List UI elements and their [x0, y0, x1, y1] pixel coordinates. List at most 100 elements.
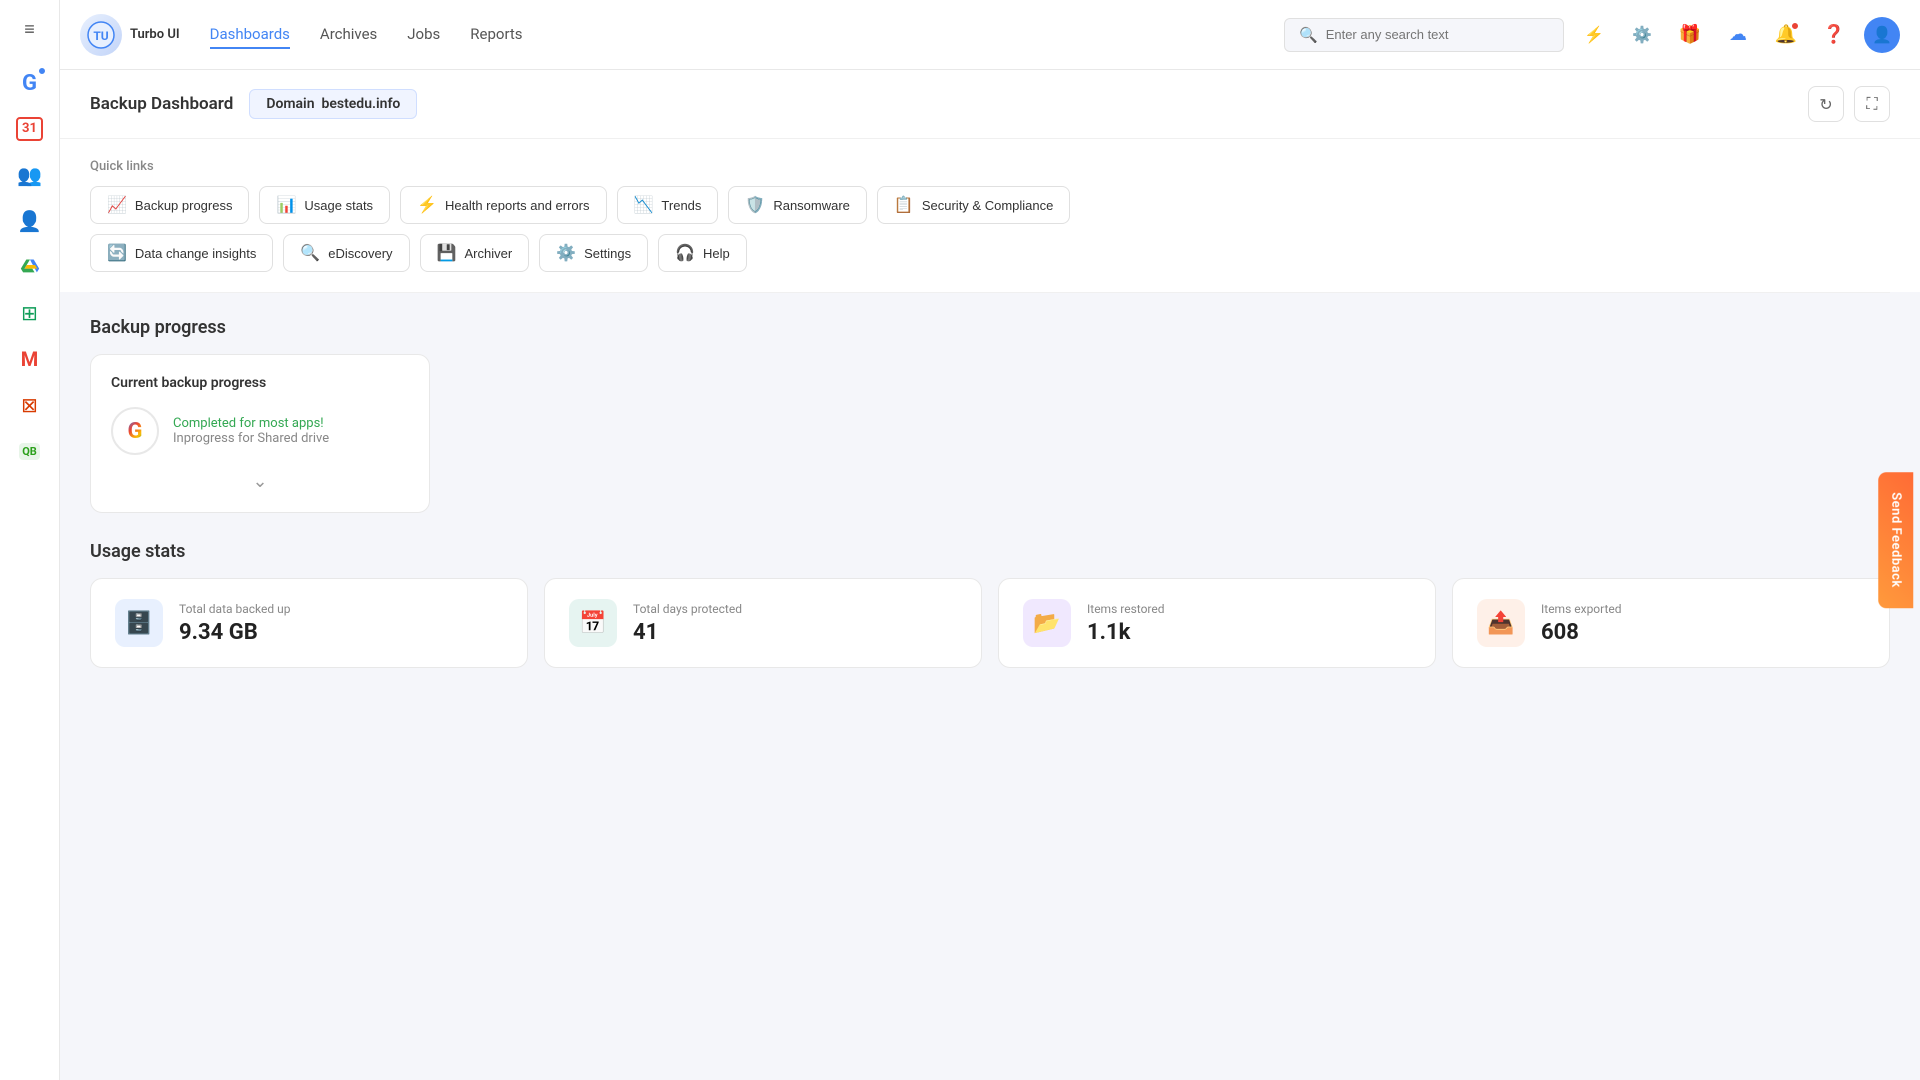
ql-archiver[interactable]: 💾 Archiver [420, 234, 530, 272]
domain-label: Domain [266, 96, 314, 112]
help-ql-icon: 🎧 [675, 243, 695, 263]
user-icon: 👤 [17, 209, 42, 233]
backup-app-row: G Completed for most apps! Inprogress fo… [111, 407, 409, 455]
navbar: TU Turbo UI Dashboards Archives Jobs Rep… [60, 0, 1920, 70]
cloud-button[interactable]: ☁ [1720, 17, 1756, 53]
nav-link-reports[interactable]: Reports [470, 21, 522, 49]
quick-links-row1: 📈 Backup progress 📊 Usage stats ⚡ Health… [90, 186, 1890, 224]
total-data-label: Total data backed up [179, 602, 290, 616]
backup-status-completed: Completed for most apps! [173, 416, 329, 431]
sidebar-item-gmail[interactable]: M [9, 338, 51, 380]
quick-links-label: Quick links [90, 159, 1890, 174]
ransomware-icon: 🛡️ [745, 195, 765, 215]
gift-icon: 🎁 [1679, 24, 1701, 45]
quick-links-row2: 🔄 Data change insights 🔍 eDiscovery 💾 Ar… [90, 234, 1890, 272]
items-restored-icon: 📂 [1033, 611, 1060, 636]
usage-stats-heading: Usage stats [90, 541, 1890, 562]
sidebar-item-calendar[interactable]: 31 [9, 108, 51, 150]
days-protected-info: Total days protected 41 [633, 602, 742, 645]
nav-links: Dashboards Archives Jobs Reports [210, 21, 1284, 49]
page-header-left: Backup Dashboard Domain bestedu.info [90, 89, 417, 119]
sidebar-item-office[interactable]: ⊠ [9, 384, 51, 426]
domain-badge: Domain bestedu.info [249, 89, 417, 119]
main-wrapper: TU Turbo UI Dashboards Archives Jobs Rep… [60, 0, 1920, 1080]
help-button[interactable]: ❓ [1816, 17, 1852, 53]
feedback-tab[interactable]: Send Feedback [1879, 472, 1914, 608]
days-protected-icon: 📅 [579, 611, 606, 636]
filter-button[interactable]: ⚡ [1576, 17, 1612, 53]
backup-card-title: Current backup progress [111, 375, 409, 391]
backup-progress-card: Current backup progress G Completed for … [90, 354, 430, 513]
sidebar-item-drive[interactable] [9, 246, 51, 288]
items-restored-icon-container: 📂 [1023, 599, 1071, 647]
sheets-icon: ⊞ [21, 301, 38, 325]
items-exported-value: 608 [1541, 620, 1622, 645]
ql-ransomware[interactable]: 🛡️ Ransomware [728, 186, 867, 224]
ql-settings[interactable]: ⚙️ Settings [539, 234, 648, 272]
ql-help[interactable]: 🎧 Help [658, 234, 747, 272]
items-restored-label: Items restored [1087, 602, 1165, 616]
ql-ransomware-label: Ransomware [773, 198, 850, 213]
ql-backup-progress[interactable]: 📈 Backup progress [90, 186, 249, 224]
avatar-button[interactable]: 👤 [1864, 17, 1900, 53]
nav-link-dashboards[interactable]: Dashboards [210, 21, 290, 49]
total-data-value: 9.34 GB [179, 620, 290, 645]
usage-stats-icon: 📊 [276, 195, 296, 215]
items-restored-value: 1.1k [1087, 620, 1165, 645]
sidebar-item-google[interactable]: G [9, 62, 51, 104]
settings-button[interactable]: ⚙️ [1624, 17, 1660, 53]
backup-app-status: Completed for most apps! Inprogress for … [173, 416, 329, 446]
nav-link-jobs[interactable]: Jobs [407, 21, 440, 49]
ql-health-reports[interactable]: ⚡ Health reports and errors [400, 186, 606, 224]
refresh-button[interactable]: ↻ [1808, 86, 1844, 122]
ediscovery-icon: 🔍 [300, 243, 320, 263]
sidebar-item-quickbooks[interactable]: QB [9, 430, 51, 472]
content: Backup Dashboard Domain bestedu.info ↻ ⛶… [60, 70, 1920, 1080]
chevron-down-icon: ⌄ [252, 471, 267, 492]
ql-ediscovery[interactable]: 🔍 eDiscovery [283, 234, 409, 272]
logo-icon: TU [80, 14, 122, 56]
notification-dot [1791, 22, 1799, 30]
avatar-icon: 👤 [1872, 25, 1892, 44]
stat-card-items-restored: 📂 Items restored 1.1k [998, 578, 1436, 668]
sidebar-item-contacts[interactable]: 👥 [9, 154, 51, 196]
nav-link-archives[interactable]: Archives [320, 21, 377, 49]
backup-progress-icon: 📈 [107, 195, 127, 215]
filter-icon: ⚡ [1584, 25, 1604, 44]
items-exported-info: Items exported 608 [1541, 602, 1622, 645]
nav-right: 🔍 ⚡ ⚙️ 🎁 ☁ 🔔 ❓ [1284, 17, 1900, 53]
fullscreen-icon: ⛶ [1866, 94, 1877, 114]
security-icon: 📋 [894, 195, 914, 215]
ql-security[interactable]: 📋 Security & Compliance [877, 186, 1070, 224]
sidebar-item-menu[interactable]: ≡ [9, 8, 51, 50]
ql-trends[interactable]: 📉 Trends [617, 186, 719, 224]
ql-ediscovery-label: eDiscovery [328, 246, 392, 261]
notification-button[interactable]: 🔔 [1768, 17, 1804, 53]
office-icon: ⊠ [21, 393, 38, 417]
stat-card-items-exported: 📤 Items exported 608 [1452, 578, 1890, 668]
body-content: Backup progress Current backup progress … [60, 293, 1920, 692]
stat-card-days-protected: 📅 Total days protected 41 [544, 578, 982, 668]
health-reports-icon: ⚡ [417, 195, 437, 215]
sidebar-item-user[interactable]: 👤 [9, 200, 51, 242]
total-data-icon-container: 🗄️ [115, 599, 163, 647]
search-bar[interactable]: 🔍 [1284, 18, 1564, 52]
google-letter-icon: G [128, 419, 143, 444]
backup-status-inprogress: Inprogress for Shared drive [173, 431, 329, 446]
total-data-info: Total data backed up 9.34 GB [179, 602, 290, 645]
quickbooks-icon: QB [19, 443, 40, 460]
drive-icon [19, 254, 41, 281]
days-protected-value: 41 [633, 620, 742, 645]
data-change-icon: 🔄 [107, 243, 127, 263]
fullscreen-button[interactable]: ⛶ [1854, 86, 1890, 122]
ql-usage-stats[interactable]: 📊 Usage stats [259, 186, 390, 224]
backup-progress-heading: Backup progress [90, 317, 1890, 338]
stats-row: 🗄️ Total data backed up 9.34 GB 📅 Total … [90, 578, 1890, 668]
ql-data-change[interactable]: 🔄 Data change insights [90, 234, 273, 272]
menu-icon: ≡ [24, 19, 35, 40]
sidebar-item-sheets[interactable]: ⊞ [9, 292, 51, 334]
expand-backup-button[interactable]: ⌄ [111, 471, 409, 492]
search-input[interactable] [1326, 27, 1549, 42]
items-exported-icon-container: 📤 [1477, 599, 1525, 647]
gift-button[interactable]: 🎁 [1672, 17, 1708, 53]
